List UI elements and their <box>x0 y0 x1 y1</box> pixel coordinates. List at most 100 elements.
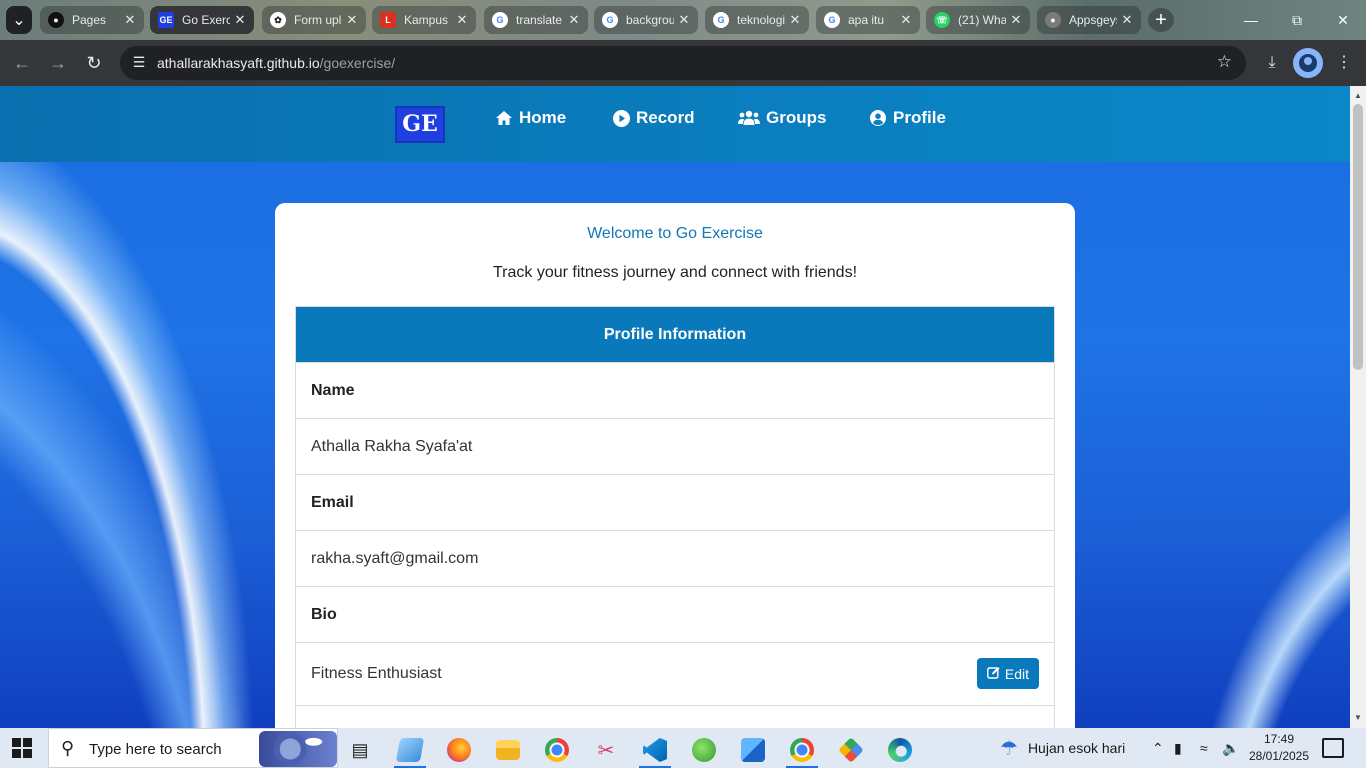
browser-tab[interactable]: ● Appsgeyser ✕ <box>1037 6 1141 34</box>
google-icon: G <box>824 12 840 28</box>
browser-tab[interactable]: ✿ Form upload ✕ <box>262 6 366 34</box>
tab-title: Kampus <box>404 13 449 27</box>
close-icon[interactable]: ✕ <box>1006 12 1026 28</box>
close-icon[interactable]: ✕ <box>342 12 362 28</box>
browser-toolbar: ← → ↻ ☰ athallarakhasyaft.github.io/goex… <box>0 40 1366 86</box>
url-path: /goexercise/ <box>319 55 396 71</box>
close-icon[interactable]: ✕ <box>120 12 140 28</box>
reload-button[interactable]: ↻ <box>82 51 106 75</box>
browser-tab-active[interactable]: GE Go Exercise ✕ <box>150 6 254 34</box>
weather-widget[interactable]: ☂ Hujan esok hari <box>1000 728 1125 768</box>
nav-profile-link[interactable]: Profile <box>869 108 946 128</box>
browser-tab[interactable]: ☏ (21) WhatsApp ✕ <box>926 6 1030 34</box>
scrollbar-thumb[interactable] <box>1353 104 1363 370</box>
firefox-icon <box>447 738 471 762</box>
taskbar-file-explorer[interactable] <box>488 732 528 768</box>
browser-menu-button[interactable]: ⋮ <box>1331 50 1357 76</box>
notification-center-icon[interactable] <box>1322 738 1344 758</box>
scroll-up-icon[interactable]: ▲ <box>1350 88 1366 104</box>
new-tab-button[interactable]: + <box>1148 8 1174 32</box>
edit-bio-button[interactable]: Edit <box>976 658 1039 689</box>
taskbar-chrome-active[interactable] <box>782 732 822 768</box>
back-button[interactable]: ← <box>10 51 34 75</box>
nav-groups-link[interactable]: Groups <box>738 108 826 128</box>
profile-table-header: Profile Information <box>296 307 1054 362</box>
network-status[interactable]: ≈ <box>1200 728 1208 768</box>
nav-record-link[interactable]: Record <box>612 108 695 128</box>
battery-status[interactable]: ▮ <box>1174 728 1182 768</box>
close-icon[interactable]: ✕ <box>785 12 805 28</box>
minimize-button[interactable]: — <box>1236 8 1266 32</box>
more-vertical-icon: ⋮ <box>1336 54 1352 71</box>
scroll-down-icon[interactable]: ▼ <box>1350 710 1366 726</box>
close-icon[interactable]: ✕ <box>230 12 250 28</box>
tab-title: Form upload <box>294 13 342 27</box>
browser-tab[interactable]: L Kampus ✕ <box>372 6 476 34</box>
url-text[interactable]: athallarakhasyaft.github.io/goexercise/ <box>157 55 395 71</box>
browser-tab[interactable]: ● Pages ✕ <box>40 6 144 34</box>
users-icon <box>738 109 760 127</box>
taskbar-chrome[interactable] <box>537 732 577 768</box>
browser-tab[interactable]: G apa itu ✕ <box>816 6 920 34</box>
close-icon[interactable]: ✕ <box>564 12 584 28</box>
system-clock[interactable]: 17:49 28/01/2025 <box>1244 731 1314 765</box>
taskbar-edge[interactable] <box>880 732 920 768</box>
browser-tab[interactable]: G background ✕ <box>594 6 698 34</box>
taskbar-green-app[interactable] <box>684 732 724 768</box>
page-viewport: GE Home Record Groups Profile Welcome to… <box>0 86 1350 728</box>
close-icon[interactable]: ✕ <box>1117 12 1137 28</box>
google-icon: G <box>492 12 508 28</box>
close-icon[interactable]: ✕ <box>452 12 472 28</box>
photos-icon <box>741 738 765 762</box>
email-label: Email <box>296 474 1054 530</box>
restore-button[interactable]: ⧉ <box>1282 8 1312 32</box>
forward-button[interactable]: → <box>46 51 70 75</box>
page-scrollbar[interactable]: ▲ ▼ <box>1350 86 1366 728</box>
clock-date: 28/01/2025 <box>1248 749 1310 763</box>
taskbar-gitkraken[interactable] <box>831 732 871 768</box>
close-icon[interactable]: ✕ <box>896 12 916 28</box>
chevron-up-icon: ⌃ <box>1152 739 1164 756</box>
arrow-right-icon: → <box>49 53 67 73</box>
close-window-button[interactable]: ✕ <box>1328 8 1358 32</box>
plus-icon: + <box>1155 8 1167 31</box>
reload-icon: ↻ <box>86 53 102 73</box>
vscode-icon <box>643 738 667 762</box>
windows-start-button[interactable] <box>12 738 32 758</box>
nav-home-link[interactable]: Home <box>495 108 566 128</box>
taskbar-vscode[interactable] <box>635 732 675 768</box>
taskbar-snipping-tool[interactable]: ✂ <box>586 732 626 768</box>
bookmark-star-icon[interactable]: ☆ <box>1217 52 1232 72</box>
task-view-button[interactable]: ▤ <box>340 732 380 768</box>
tagline-text: Track your fitness journey and connect w… <box>492 264 858 281</box>
taskbar-notes-app[interactable] <box>390 732 430 768</box>
appsgeyser-icon: ● <box>1045 12 1061 28</box>
browser-tab[interactable]: G translate ✕ <box>484 6 588 34</box>
site-logo[interactable]: GE <box>395 106 445 143</box>
restore-icon: ⧉ <box>1292 12 1302 28</box>
site-settings-icon[interactable]: ☰ <box>130 54 148 72</box>
browser-tab[interactable]: G teknologi ✕ <box>705 6 809 34</box>
tab-search-button[interactable]: ⌄ <box>6 6 32 34</box>
minimize-icon: — <box>1244 12 1258 28</box>
tab-title: apa itu <box>848 13 885 27</box>
chrome-icon <box>545 738 569 762</box>
wifi-icon: ≈ <box>1200 740 1208 756</box>
edit-label: Edit <box>1004 665 1029 682</box>
speaker-icon: 🔈 <box>1222 739 1240 756</box>
volume-control[interactable]: 🔈 <box>1222 728 1239 768</box>
close-icon[interactable]: ✕ <box>674 12 694 28</box>
downloads-button[interactable]: ⤓ <box>1259 50 1285 76</box>
folder-icon <box>496 740 520 760</box>
address-bar[interactable]: ☰ athallarakhasyaft.github.io/goexercise… <box>120 46 1246 80</box>
nav-home-label: Home <box>519 108 567 127</box>
email-value: rakha.syaft@gmail.com <box>296 530 1054 586</box>
tab-title: translate <box>516 13 563 27</box>
google-icon: G <box>602 12 618 28</box>
bio-row: Fitness Enthusiast Edit <box>296 642 1054 705</box>
profile-avatar[interactable] <box>1293 48 1323 78</box>
taskbar-firefox[interactable] <box>439 732 479 768</box>
show-hidden-icons-button[interactable]: ⌃ <box>1152 728 1164 768</box>
taskbar-search-box[interactable]: ⚲ Type here to search <box>48 728 338 768</box>
taskbar-photos[interactable] <box>733 732 773 768</box>
